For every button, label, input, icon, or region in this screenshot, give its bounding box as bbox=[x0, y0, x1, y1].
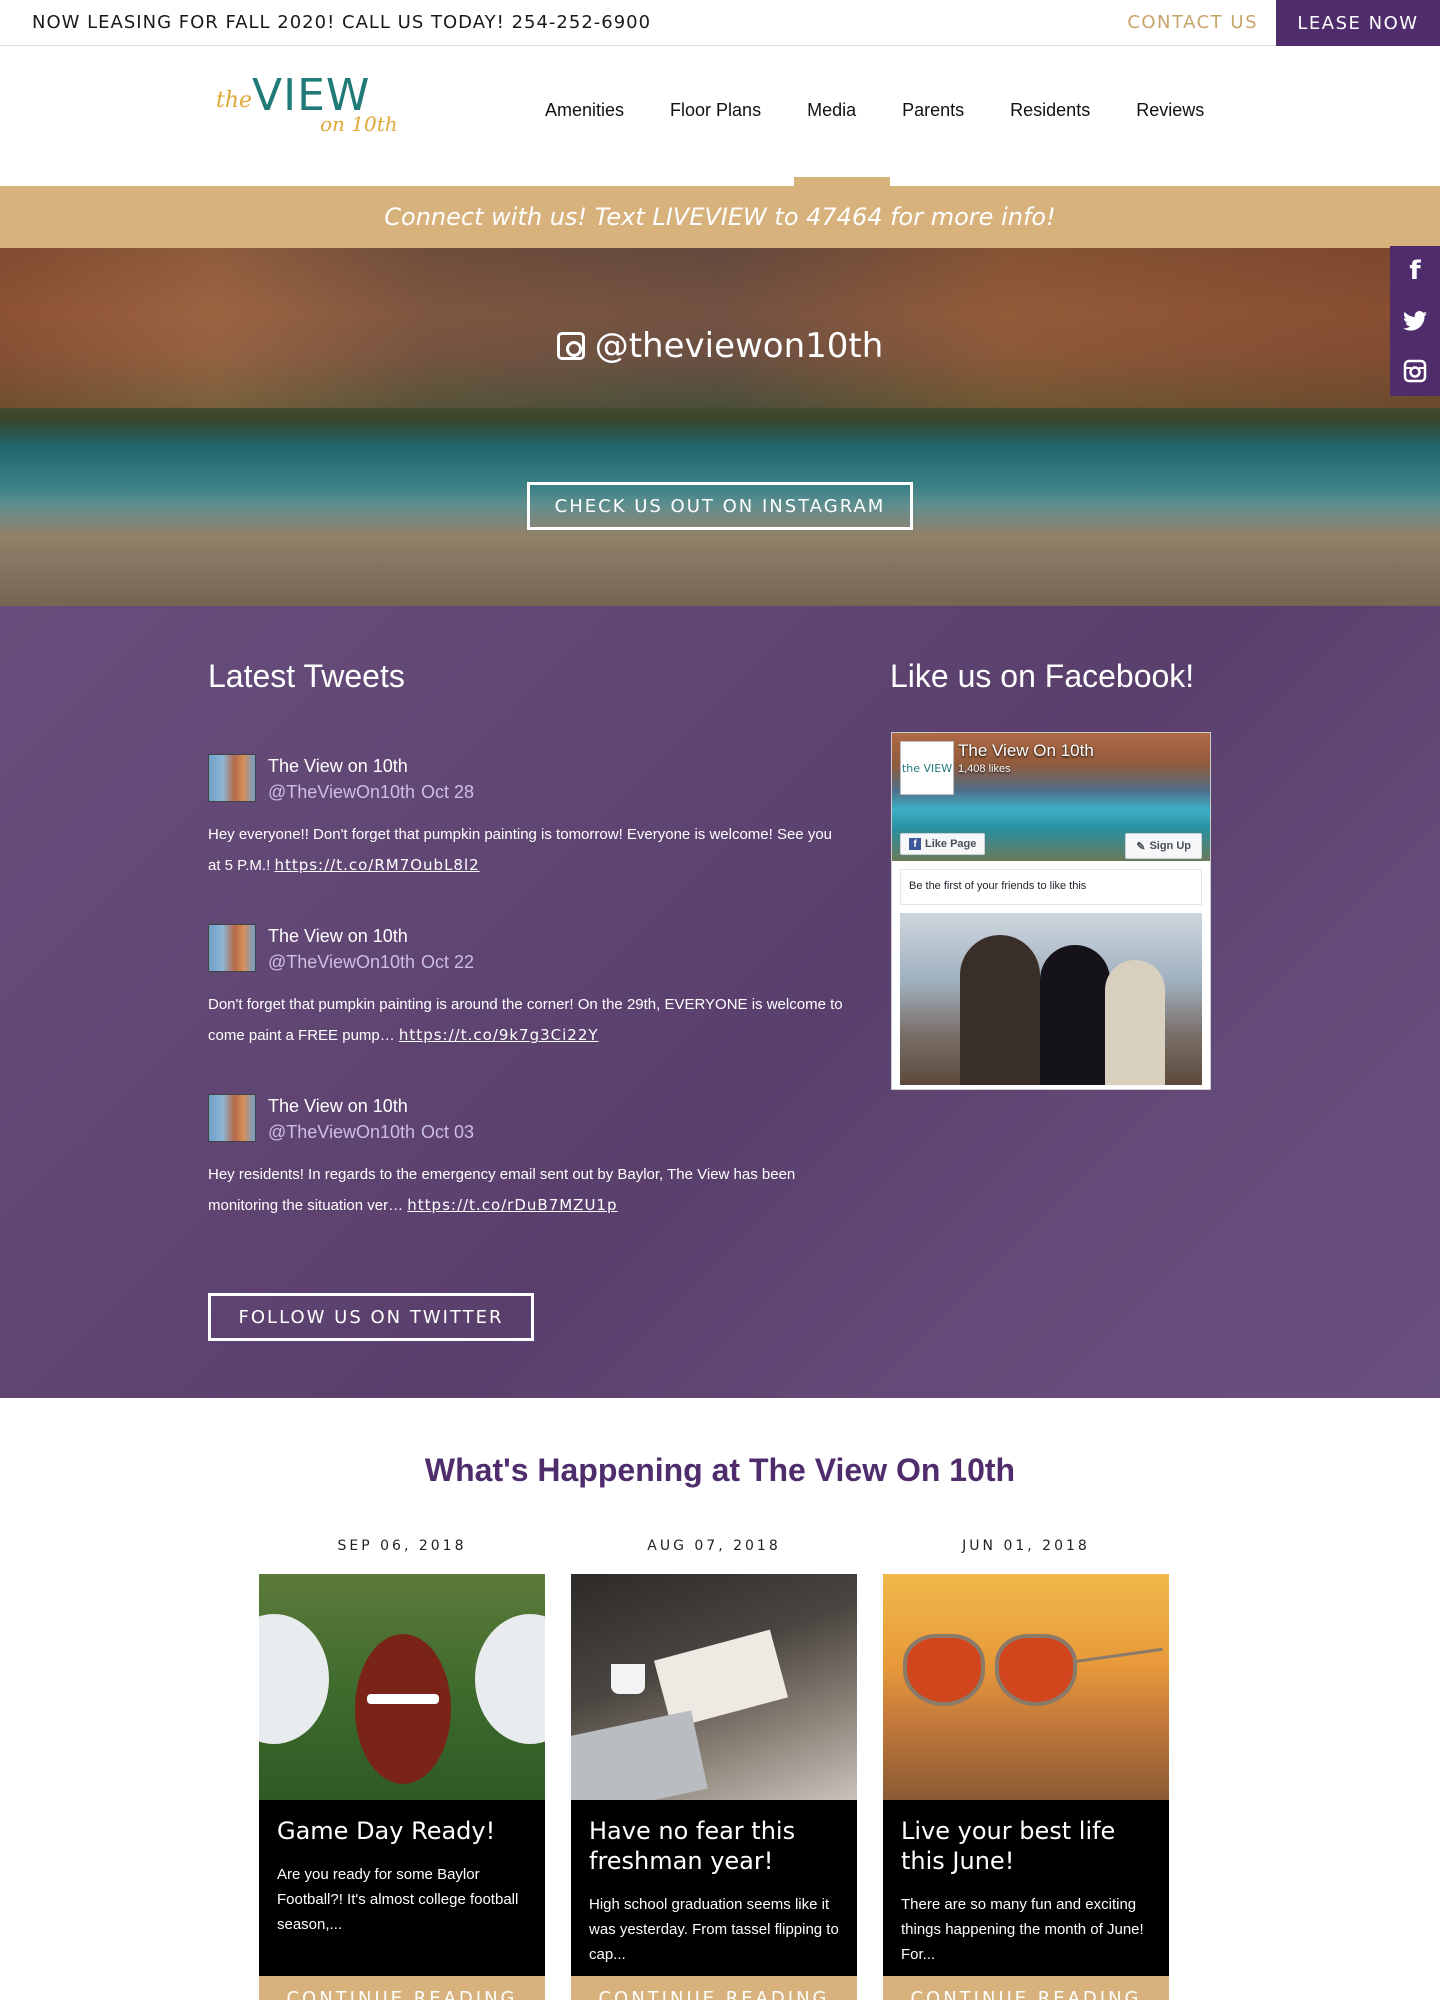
tweet-handle[interactable]: @TheViewOn10th bbox=[268, 1122, 415, 1142]
photo-person bbox=[960, 935, 1040, 1085]
helmet-left bbox=[259, 1614, 329, 1744]
tweet-handle[interactable]: @TheViewOn10th bbox=[268, 782, 415, 802]
facebook-cover-photo[interactable]: the VIEW The View On 10th 1,408 likes fL… bbox=[892, 733, 1210, 861]
facebook-like-count: 1,408 likes bbox=[958, 763, 1011, 775]
sunglasses-lens-left bbox=[903, 1634, 985, 1706]
blog-card-date: SEP 06, 2018 bbox=[337, 1538, 467, 1554]
blog-card-title[interactable]: Game Day Ready! bbox=[277, 1816, 527, 1846]
facebook-pp-logo-text: the VIEW bbox=[901, 761, 953, 775]
tweet-meta: @TheViewOn10th Oct 03 bbox=[268, 1122, 474, 1143]
photo-person bbox=[1040, 945, 1110, 1085]
latest-tweets-title: Latest Tweets bbox=[208, 658, 405, 694]
promo-text: Connect with us! Text LIVEVIEW to 47464 … bbox=[384, 203, 1056, 231]
tweet-body: Don't forget that pumpkin painting is ar… bbox=[208, 990, 848, 1051]
tweet-author-name[interactable]: The View on 10th bbox=[268, 926, 408, 947]
blog-card-panel: Game Day Ready! Are you ready for some B… bbox=[259, 1800, 545, 1976]
facebook-page-name[interactable]: The View On 10th bbox=[958, 741, 1094, 761]
tweet-date: Oct 28 bbox=[421, 782, 475, 802]
tweet-author-name[interactable]: The View on 10th bbox=[268, 1096, 408, 1117]
blog-card-date: AUG 07, 2018 bbox=[647, 1538, 781, 1554]
tweet-link[interactable]: https://t.co/rDuB7MZU1p bbox=[407, 1196, 617, 1214]
tweet-avatar[interactable] bbox=[208, 1094, 256, 1142]
social-feeds-section: Latest Tweets The View on 10th @TheViewO… bbox=[0, 606, 1440, 1398]
facebook-icon: f bbox=[909, 838, 921, 850]
main-nav: Amenities Floor Plans Media Parents Resi… bbox=[545, 100, 1204, 121]
instagram-cta-button[interactable]: CHECK US OUT ON INSTAGRAM bbox=[527, 482, 913, 530]
follow-twitter-button[interactable]: FOLLOW US ON TWITTER bbox=[208, 1293, 534, 1341]
blog-card-excerpt: There are so many fun and exciting thing… bbox=[901, 1896, 1144, 1963]
instagram-handle-text: @theviewon10th bbox=[594, 326, 884, 366]
blog-section-title: What's Happening at The View On 10th bbox=[424, 1452, 1016, 1488]
tweet-link[interactable]: https://t.co/RM7OubL8l2 bbox=[274, 856, 479, 874]
tweet-body: Hey everyone!! Don't forget that pumpkin… bbox=[208, 820, 848, 881]
top-bar: NOW LEASING FOR FALL 2020! CALL US TODAY… bbox=[0, 0, 1440, 46]
blog-card-image[interactable] bbox=[259, 1574, 545, 1800]
pencil-icon: ✎ bbox=[1136, 840, 1146, 853]
continue-reading-button[interactable]: CONTINUE READING bbox=[883, 1976, 1169, 2000]
logo-the: the bbox=[216, 88, 253, 113]
facebook-post-photo[interactable] bbox=[900, 913, 1202, 1085]
cup-graphic bbox=[611, 1664, 645, 1694]
nav-residents[interactable]: Residents bbox=[1010, 100, 1090, 121]
tweet-avatar[interactable] bbox=[208, 754, 256, 802]
nav-amenities[interactable]: Amenities bbox=[545, 100, 624, 121]
signup-label: Sign Up bbox=[1149, 840, 1191, 852]
social-side-tab: f bbox=[1390, 246, 1440, 396]
football-stripe bbox=[367, 1694, 439, 1704]
tweet-meta: @TheViewOn10th Oct 28 bbox=[268, 782, 474, 803]
blog-card-panel: Have no fear this freshman year! High sc… bbox=[571, 1800, 857, 1976]
blog-card-panel: Live your best life this June! There are… bbox=[883, 1800, 1169, 1976]
tweet-link[interactable]: https://t.co/9k7g3Ci22Y bbox=[399, 1026, 599, 1044]
nav-media[interactable]: Media bbox=[807, 100, 856, 121]
instagram-icon[interactable] bbox=[1400, 356, 1430, 386]
blog-card-image[interactable] bbox=[571, 1574, 857, 1800]
facebook-page-widget: the VIEW The View On 10th 1,408 likes fL… bbox=[891, 732, 1211, 1090]
promo-banner: Connect with us! Text LIVEVIEW to 47464 … bbox=[0, 186, 1440, 248]
tweet-handle[interactable]: @TheViewOn10th bbox=[268, 952, 415, 972]
continue-reading-button[interactable]: CONTINUE READING bbox=[571, 1976, 857, 2000]
contact-us-link[interactable]: CONTACT US bbox=[1127, 12, 1258, 33]
blog-card-title[interactable]: Have no fear this freshman year! bbox=[589, 1816, 839, 1876]
like-page-label: Like Page bbox=[925, 838, 977, 850]
blog-card-excerpt: Are you ready for some Baylor Football?!… bbox=[277, 1866, 519, 1933]
active-nav-indicator bbox=[794, 177, 890, 186]
facebook-profile-picture[interactable]: the VIEW bbox=[900, 741, 954, 795]
nav-reviews[interactable]: Reviews bbox=[1136, 100, 1204, 121]
laptop-graphic bbox=[571, 1710, 708, 1800]
site-header: the VIEW on 10th Amenities Floor Plans M… bbox=[0, 46, 1440, 186]
lease-now-button[interactable]: LEASE NOW bbox=[1276, 0, 1440, 46]
nav-floor-plans[interactable]: Floor Plans bbox=[670, 100, 761, 121]
tweet-meta: @TheViewOn10th Oct 22 bbox=[268, 952, 474, 973]
photo-person bbox=[1105, 960, 1165, 1085]
site-logo[interactable]: the VIEW on 10th bbox=[212, 70, 402, 140]
tweet-date: Oct 03 bbox=[421, 1122, 475, 1142]
sunglasses-arm bbox=[1073, 1647, 1163, 1664]
instagram-handle[interactable]: @theviewon10th bbox=[0, 326, 1440, 366]
twitter-icon[interactable] bbox=[1400, 306, 1430, 336]
continue-reading-button[interactable]: CONTINUE READING bbox=[259, 1976, 545, 2000]
facebook-icon[interactable]: f bbox=[1400, 256, 1430, 286]
tweet-date: Oct 22 bbox=[421, 952, 475, 972]
instagram-hero: @theviewon10th CHECK US OUT ON INSTAGRAM bbox=[0, 248, 1440, 606]
tweet-avatar[interactable] bbox=[208, 924, 256, 972]
blog-card-title[interactable]: Live your best life this June! bbox=[901, 1816, 1151, 1876]
facebook-friends-prompt: Be the first of your friends to like thi… bbox=[900, 869, 1202, 905]
facebook-signup-button[interactable]: ✎ Sign Up bbox=[1125, 833, 1202, 859]
leasing-announcement: NOW LEASING FOR FALL 2020! CALL US TODAY… bbox=[32, 12, 652, 33]
blog-card-excerpt: High school graduation seems like it was… bbox=[589, 1896, 839, 1963]
facebook-like-page-button[interactable]: f Like Page bbox=[900, 833, 986, 855]
football-graphic bbox=[355, 1634, 451, 1784]
blog-card-image[interactable] bbox=[883, 1574, 1169, 1800]
blog-card-date: JUN 01, 2018 bbox=[962, 1538, 1090, 1554]
nav-parents[interactable]: Parents bbox=[902, 100, 964, 121]
facebook-title: Like us on Facebook! bbox=[890, 658, 1195, 694]
tweet-body: Hey residents! In regards to the emergen… bbox=[208, 1160, 848, 1221]
logo-on10: on 10th bbox=[320, 112, 398, 136]
instagram-icon bbox=[556, 332, 585, 360]
sunglasses-lens-right bbox=[995, 1634, 1077, 1706]
helmet-right bbox=[475, 1614, 545, 1744]
tweet-author-name[interactable]: The View on 10th bbox=[268, 756, 408, 777]
